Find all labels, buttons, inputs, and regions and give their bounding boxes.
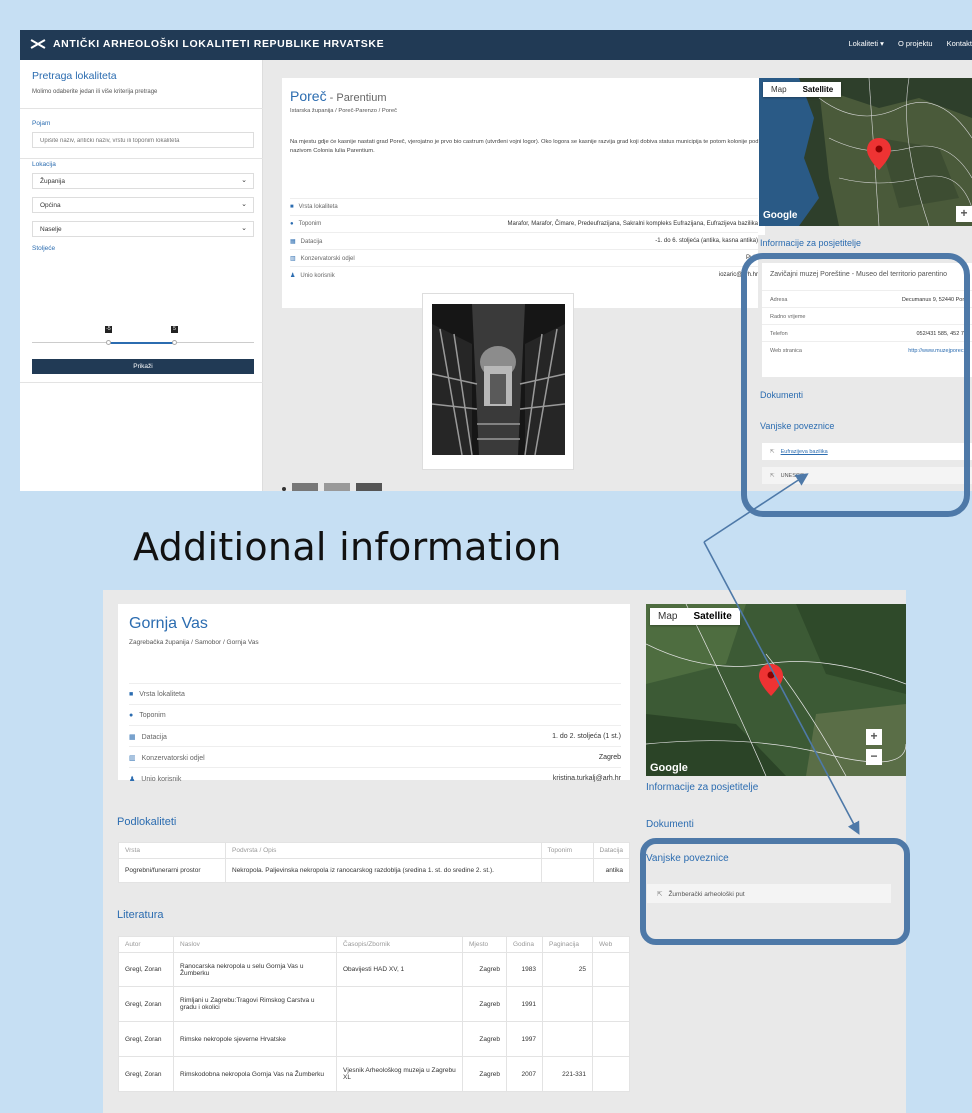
arrow-up: [703, 473, 809, 543]
arrow-down: [703, 541, 860, 835]
connector-arrows: [703, 473, 860, 835]
